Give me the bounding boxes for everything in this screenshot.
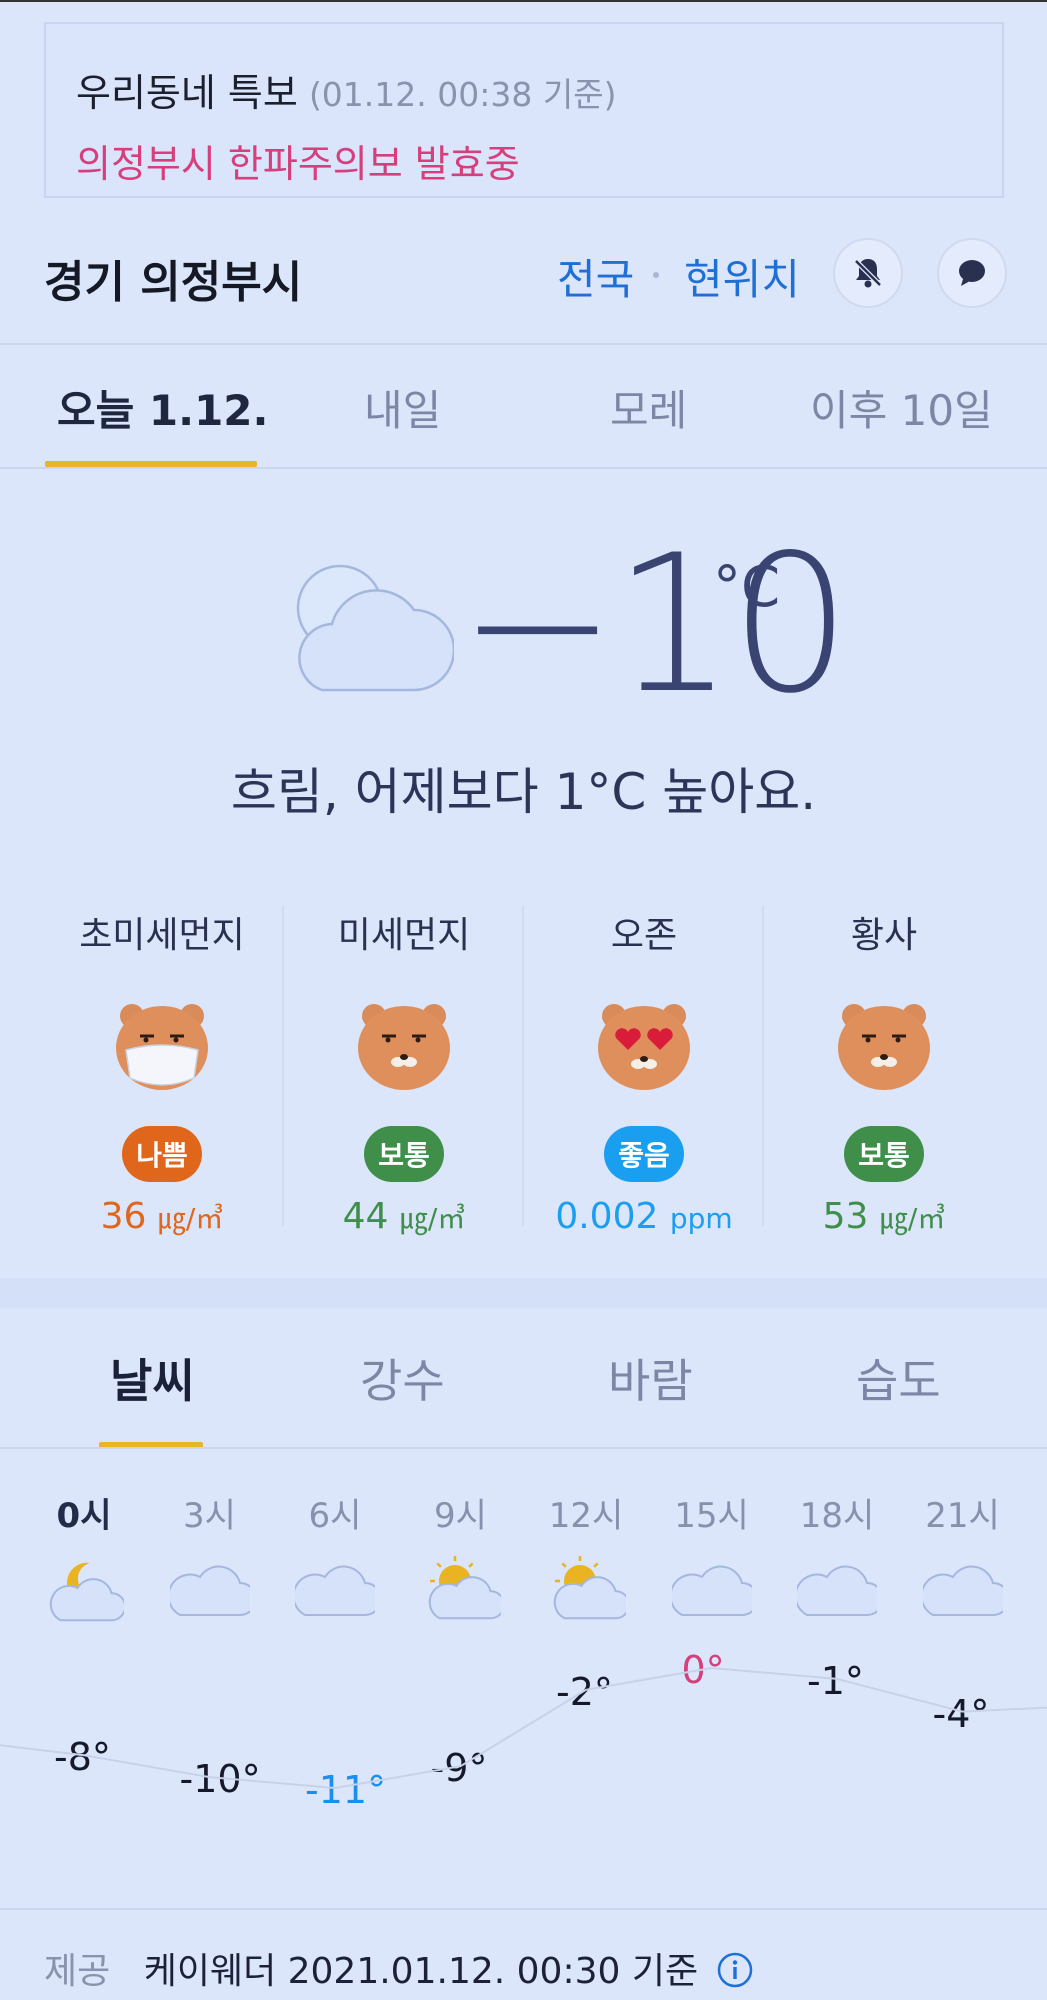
hour-label: 21시 xyxy=(925,1496,1000,1536)
heart-eyes-face-icon xyxy=(598,1004,690,1090)
hour-label: 9시 xyxy=(434,1496,487,1536)
data-source: 제공 케이웨더 2021.01.12. 00:30 기준 xyxy=(44,1942,754,1994)
aq-value: 44 xyxy=(342,1196,389,1237)
divider xyxy=(0,467,1047,469)
alert-timestamp: (01.12. 00:38 기준) xyxy=(308,75,617,114)
aq-unit: ㎍/㎥ xyxy=(879,1202,946,1235)
aq-status-badge: 보통 xyxy=(364,1126,444,1182)
nationwide-link[interactable]: 전국 xyxy=(557,246,634,307)
aq-status-badge: 나쁨 xyxy=(122,1126,202,1182)
aq-value: 36 xyxy=(100,1196,147,1237)
aq-unit: ㎍/㎥ xyxy=(157,1202,224,1235)
aq-status-badge: 좋음 xyxy=(604,1126,684,1182)
separator-dot xyxy=(653,272,659,278)
aq-label: 미세먼지 xyxy=(337,915,471,956)
aq-unit: ppm xyxy=(669,1202,733,1235)
aq-value: 0.002 xyxy=(555,1196,659,1237)
current-temperature: −10 xyxy=(458,514,851,735)
location-bar: 경기 의정부시 전국 현위치 xyxy=(0,238,1047,308)
tab-10-days[interactable]: 이후 10일 xyxy=(810,377,993,438)
tab-today[interactable]: 오늘 1.12. xyxy=(57,377,268,438)
divider xyxy=(0,1908,1047,1910)
aq-label: 초미세먼지 xyxy=(79,915,245,956)
neutral-face-icon xyxy=(838,1004,930,1090)
aq-value: 53 xyxy=(822,1196,869,1237)
aq-label: 황사 xyxy=(850,915,918,956)
alert-title: 우리동네 특보 xyxy=(76,71,298,115)
info-icon[interactable] xyxy=(716,1951,754,1989)
aq-label: 오존 xyxy=(610,915,678,956)
hour-label: 6시 xyxy=(308,1496,362,1536)
temperature-trend-line xyxy=(0,1666,1047,1790)
hour-label: 12시 xyxy=(548,1496,624,1536)
mask-face-icon xyxy=(116,1004,208,1090)
aq-yellow-dust[interactable]: 황사 보통 53 ㎍/㎥ xyxy=(764,906,1004,1237)
weather-alert-box[interactable]: 우리동네 특보 (01.12. 00:38 기준) 의정부시 한파주의보 발효중 xyxy=(44,22,1004,198)
chat-button[interactable] xyxy=(937,238,1007,308)
tab-humidity[interactable]: 습도 xyxy=(856,1345,941,1411)
location-name: 경기 의정부시 xyxy=(44,257,303,308)
hour-label: 0시 xyxy=(56,1496,112,1536)
source-label: 제공 xyxy=(44,1951,111,1992)
alert-message[interactable]: 의정부시 한파주의보 발효중 xyxy=(76,133,972,188)
cloud-icon xyxy=(296,564,454,692)
tab-weather[interactable]: 날씨 xyxy=(110,1345,195,1411)
current-location-link[interactable]: 현위치 xyxy=(684,246,800,307)
chat-bubble-icon xyxy=(959,260,985,286)
tab-precipitation[interactable]: 강수 xyxy=(360,1345,445,1411)
temperature-unit: °C xyxy=(713,555,781,620)
aq-value-row: 53 ㎍/㎥ xyxy=(764,1196,1004,1237)
aq-status-badge: 보통 xyxy=(844,1126,924,1182)
source-text: 케이웨더 2021.01.12. 00:30 기준 xyxy=(143,1951,699,1992)
top-border xyxy=(0,0,1047,2)
hour-label: 15시 xyxy=(674,1496,749,1536)
section-band xyxy=(0,1278,1047,1308)
divider xyxy=(0,1447,1047,1449)
weather-summary: 흐림, 어제보다 1°C 높아요. xyxy=(230,763,817,821)
neutral-face-icon xyxy=(358,1004,450,1090)
aq-unit: ㎍/㎥ xyxy=(399,1202,466,1235)
aq-pm25[interactable]: 초미세먼지 나쁨 36 ㎍/㎥ xyxy=(42,906,282,1237)
tab-day-after[interactable]: 모레 xyxy=(610,377,687,438)
bell-off-icon xyxy=(854,259,882,288)
tab-wind[interactable]: 바람 xyxy=(608,1345,693,1411)
aq-value-row: 44 ㎍/㎥ xyxy=(284,1196,524,1237)
aq-pm10[interactable]: 미세먼지 보통 44 ㎍/㎥ xyxy=(284,906,524,1237)
day-tabs: 오늘 1.12. 내일 모레 이후 10일 xyxy=(0,345,1047,467)
hour-label: 3시 xyxy=(183,1496,236,1536)
aq-ozone[interactable]: 오존 좋음 0.002 ppm xyxy=(524,906,764,1237)
temperature-line xyxy=(0,1666,1047,1790)
tab-tomorrow[interactable]: 내일 xyxy=(364,377,441,438)
aq-value-row: 0.002 ppm xyxy=(524,1196,764,1237)
hour-label: 18시 xyxy=(799,1496,875,1536)
notification-toggle-button[interactable] xyxy=(833,238,903,308)
aq-value-row: 36 ㎍/㎥ xyxy=(42,1196,282,1237)
